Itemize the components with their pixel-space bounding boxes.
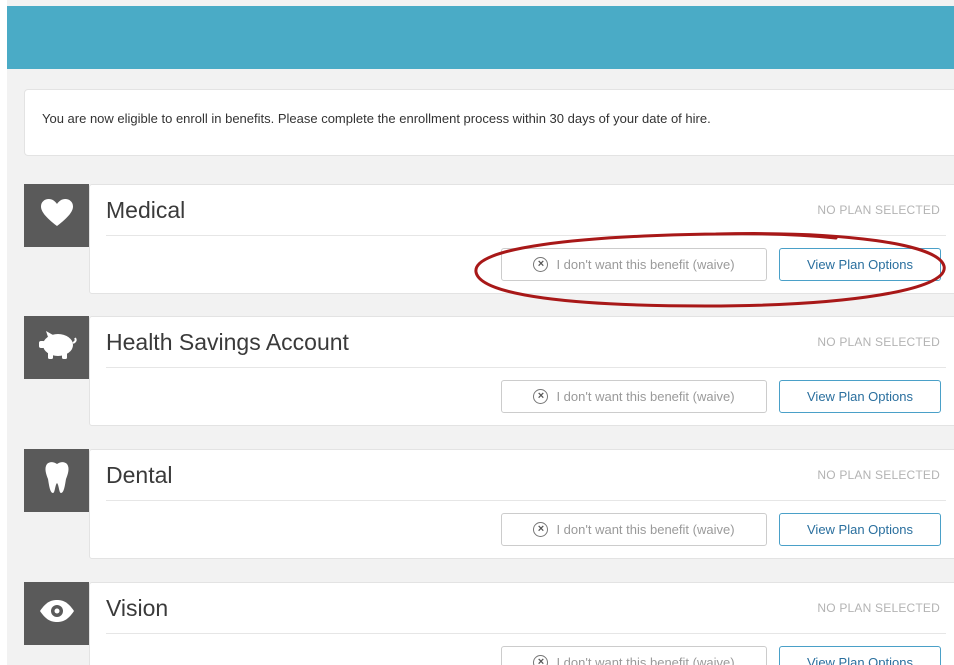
view-plan-options-button[interactable]: View Plan Options [779, 248, 941, 281]
page: You are now eligible to enroll in benefi… [7, 0, 954, 665]
divider [106, 235, 946, 236]
plan-status: NO PLAN SELECTED [817, 601, 940, 615]
view-plan-options-button[interactable]: View Plan Options [779, 646, 941, 665]
hsa-icon-tile [24, 316, 89, 379]
waive-benefit-button[interactable]: × I don't want this benefit (waive) [501, 248, 767, 281]
benefit-card-dental: Dental NO PLAN SELECTED × I don't want t… [89, 449, 954, 559]
view-plan-options-button[interactable]: View Plan Options [779, 380, 941, 413]
vision-icon-tile [24, 582, 89, 645]
divider [106, 633, 946, 634]
piggy-bank-icon [37, 329, 77, 366]
benefit-title: Health Savings Account [106, 329, 349, 355]
plan-status: NO PLAN SELECTED [817, 203, 940, 217]
waive-benefit-button[interactable]: × I don't want this benefit (waive) [501, 646, 767, 665]
close-circle-icon: × [533, 257, 549, 272]
close-circle-icon: × [533, 655, 549, 665]
waive-button-label: I don't want this benefit (waive) [556, 655, 735, 665]
dental-icon-tile [24, 449, 89, 512]
waive-button-label: I don't want this benefit (waive) [556, 257, 735, 272]
eligibility-notice-text: You are now eligible to enroll in benefi… [42, 111, 711, 126]
plan-status: NO PLAN SELECTED [817, 335, 940, 349]
plan-status: NO PLAN SELECTED [817, 468, 940, 482]
benefit-title: Dental [106, 462, 173, 488]
header-bar [7, 6, 954, 69]
medical-icon-tile [24, 184, 89, 247]
benefit-title: Medical [106, 197, 186, 223]
eye-icon [39, 599, 75, 628]
view-plan-options-button[interactable]: View Plan Options [779, 513, 941, 546]
benefit-title: Vision [106, 595, 169, 621]
heart-icon [40, 198, 74, 233]
benefit-card-health-savings-account: Health Savings Account NO PLAN SELECTED … [89, 316, 954, 426]
close-circle-icon: × [533, 522, 549, 537]
divider [106, 500, 946, 501]
close-circle-icon: × [533, 389, 549, 404]
divider [106, 367, 946, 368]
benefit-card-medical: Medical NO PLAN SELECTED × I don't want … [89, 184, 954, 294]
waive-benefit-button[interactable]: × I don't want this benefit (waive) [501, 513, 767, 546]
waive-button-label: I don't want this benefit (waive) [556, 522, 735, 537]
waive-benefit-button[interactable]: × I don't want this benefit (waive) [501, 380, 767, 413]
waive-button-label: I don't want this benefit (waive) [556, 389, 735, 404]
tooth-icon [44, 461, 70, 500]
eligibility-notice: You are now eligible to enroll in benefi… [24, 89, 954, 156]
benefit-card-vision: Vision NO PLAN SELECTED × I don't want t… [89, 582, 954, 665]
